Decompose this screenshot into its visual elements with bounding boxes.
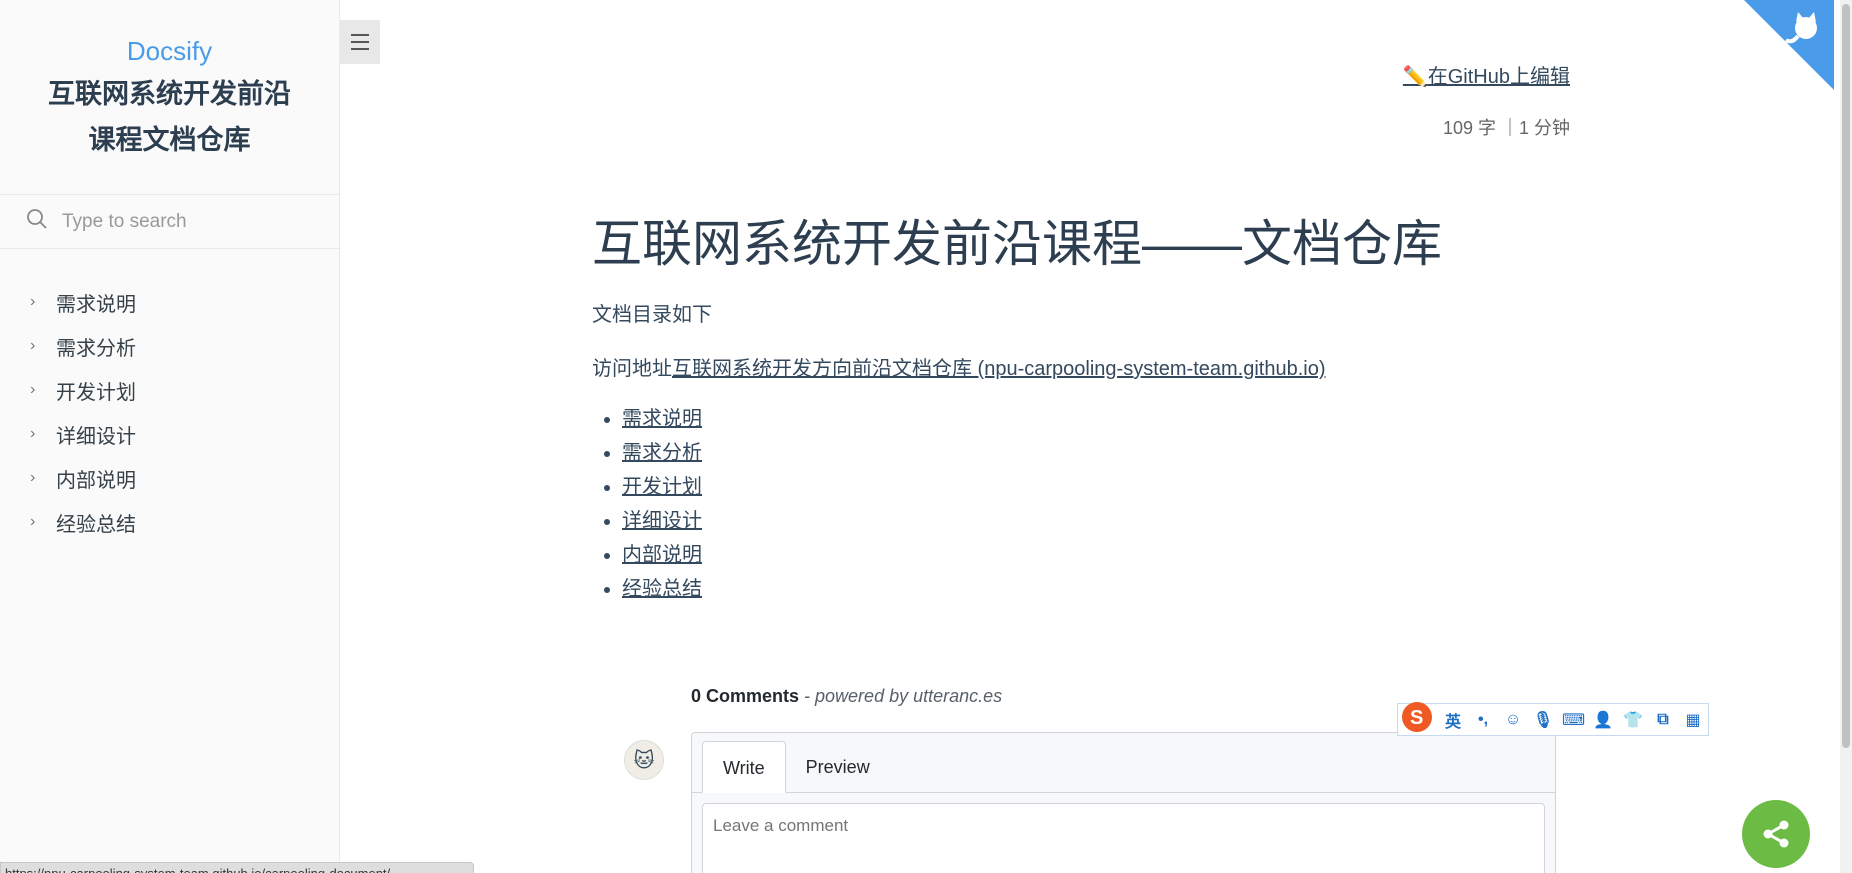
- ime-toolbar: S 英 •, ☺ 🎙 ⌨ 👤 👕 ⧉ ▦: [1397, 700, 1709, 736]
- pencil-icon: ✏️: [1402, 66, 1428, 88]
- page-title: 互联网系统开发前沿课程——文档仓库: [592, 216, 1442, 272]
- sogou-logo-icon[interactable]: S: [1400, 700, 1434, 734]
- edit-link-label: 在GitHub上编辑: [1427, 66, 1570, 88]
- chevron-right-icon: ›: [30, 381, 36, 398]
- microphone-icon[interactable]: 🎙: [1532, 710, 1554, 730]
- edit-on-github-link[interactable]: ✏️在GitHub上编辑: [1403, 60, 1570, 89]
- hamburger-icon-line: [351, 41, 369, 43]
- sidebar-item-label: 需求说明: [56, 293, 136, 316]
- chevron-right-icon: ›: [30, 469, 36, 486]
- visit-prefix: 访问地址: [592, 358, 672, 380]
- search-input[interactable]: [62, 210, 322, 233]
- word-count: 109 字 ｜1 分钟: [1442, 118, 1570, 138]
- comment-input[interactable]: [702, 803, 1545, 873]
- sidebar-nav: › 需求说明 › 需求分析 › 开发计划 › 详细设计 › 内部说明 › 经验总结: [0, 280, 339, 544]
- chevron-right-icon: ›: [30, 337, 36, 354]
- app-name: Docsify 互联网系统开发前沿 课程文档仓库: [0, 0, 339, 163]
- tab-preview[interactable]: Preview: [786, 741, 890, 793]
- visit-site-link[interactable]: 互联网系统开发方向前沿文档仓库 (npu-carpooling-system-t…: [672, 358, 1326, 380]
- list-item: 经验总结: [622, 572, 702, 606]
- chevron-right-icon: ›: [30, 293, 36, 310]
- sidebar-item-requirements[interactable]: › 需求说明: [0, 280, 339, 324]
- avatar: 🐱: [624, 740, 664, 780]
- apps-grid-icon[interactable]: ▦: [1682, 710, 1704, 730]
- keyboard-icon[interactable]: ⌨: [1562, 710, 1585, 730]
- sidebar-item-label: 经验总结: [56, 513, 136, 536]
- comments-header: 0 Comments - powered by utteranc.es: [691, 686, 1002, 707]
- hamburger-icon-line: [351, 34, 369, 36]
- sidebar-item-label: 需求分析: [56, 337, 136, 360]
- list-item: 需求分析: [622, 436, 702, 470]
- intro-text: 文档目录如下: [592, 304, 712, 326]
- visit-line: 访问地址互联网系统开发方向前沿文档仓库 (npu-carpooling-syst…: [592, 352, 1326, 381]
- chevron-right-icon: ›: [30, 513, 36, 530]
- vertical-scrollbar[interactable]: [1840, 0, 1852, 873]
- doc-list: 需求说明 需求分析 开发计划 详细设计 内部说明 经验总结: [622, 402, 702, 606]
- sidebar-toggle-button[interactable]: [340, 20, 380, 64]
- user-icon[interactable]: 👤: [1592, 710, 1614, 730]
- sidebar: Docsify 互联网系统开发前沿 课程文档仓库 › 需求说明 › 需求分析 › 开发…: [0, 0, 340, 873]
- sidebar-item-plan[interactable]: › 开发计划: [0, 368, 339, 412]
- github-corner-link[interactable]: [1744, 0, 1834, 90]
- sidebar-item-analysis[interactable]: › 需求分析: [0, 324, 339, 368]
- share-icon: [1763, 820, 1789, 848]
- browser-status-url: https://npu-carpooling-system-team.githu…: [0, 862, 474, 873]
- sidebar-item-label: 开发计划: [56, 381, 136, 404]
- doc-link-plan[interactable]: 开发计划: [622, 476, 702, 498]
- list-item: 开发计划: [622, 470, 702, 504]
- doc-link-requirements[interactable]: 需求说明: [622, 408, 702, 430]
- doc-link-summary[interactable]: 经验总结: [622, 578, 702, 600]
- search-icon: [26, 208, 48, 235]
- doc-link-analysis[interactable]: 需求分析: [622, 442, 702, 464]
- share-button[interactable]: [1742, 800, 1810, 868]
- skin-shirt-icon[interactable]: 👕: [1622, 710, 1644, 730]
- doc-link-design[interactable]: 详细设计: [622, 510, 702, 532]
- list-item: 需求说明: [622, 402, 702, 436]
- sidebar-item-label: 详细设计: [56, 425, 136, 448]
- comments-count: 0 Comments: [691, 686, 800, 706]
- sidebar-subtitle-line1: 互联网系统开发前沿: [48, 79, 291, 109]
- powered-by-text: - powered by utteranc.es: [799, 686, 1003, 706]
- comment-box: Write Preview: [691, 732, 1556, 873]
- sidebar-item-internal[interactable]: › 内部说明: [0, 456, 339, 500]
- sidebar-item-design[interactable]: › 详细设计: [0, 412, 339, 456]
- github-octocat-icon: [1744, 0, 1834, 90]
- comment-tabs: Write Preview: [692, 733, 1555, 793]
- translate-icon[interactable]: ⧉: [1652, 711, 1674, 729]
- hamburger-icon-line: [351, 48, 369, 50]
- search-bar: [0, 194, 339, 249]
- ime-language-toggle[interactable]: 英: [1442, 708, 1464, 732]
- doc-link-internal[interactable]: 内部说明: [622, 544, 702, 566]
- svg-text:S: S: [1410, 707, 1423, 729]
- sidebar-item-label: 内部说明: [56, 469, 136, 492]
- scrollbar-thumb[interactable]: [1842, 4, 1850, 748]
- ime-punctuation-toggle[interactable]: •,: [1472, 711, 1494, 729]
- sidebar-item-summary[interactable]: › 经验总结: [0, 500, 339, 544]
- chevron-right-icon: ›: [30, 425, 36, 442]
- tab-write[interactable]: Write: [702, 741, 786, 793]
- list-item: 详细设计: [622, 504, 702, 538]
- emoji-icon[interactable]: ☺: [1502, 711, 1524, 729]
- list-item: 内部说明: [622, 538, 702, 572]
- sidebar-subtitle-line2: 课程文档仓库: [88, 125, 251, 155]
- brand-link[interactable]: Docsify: [0, 36, 339, 67]
